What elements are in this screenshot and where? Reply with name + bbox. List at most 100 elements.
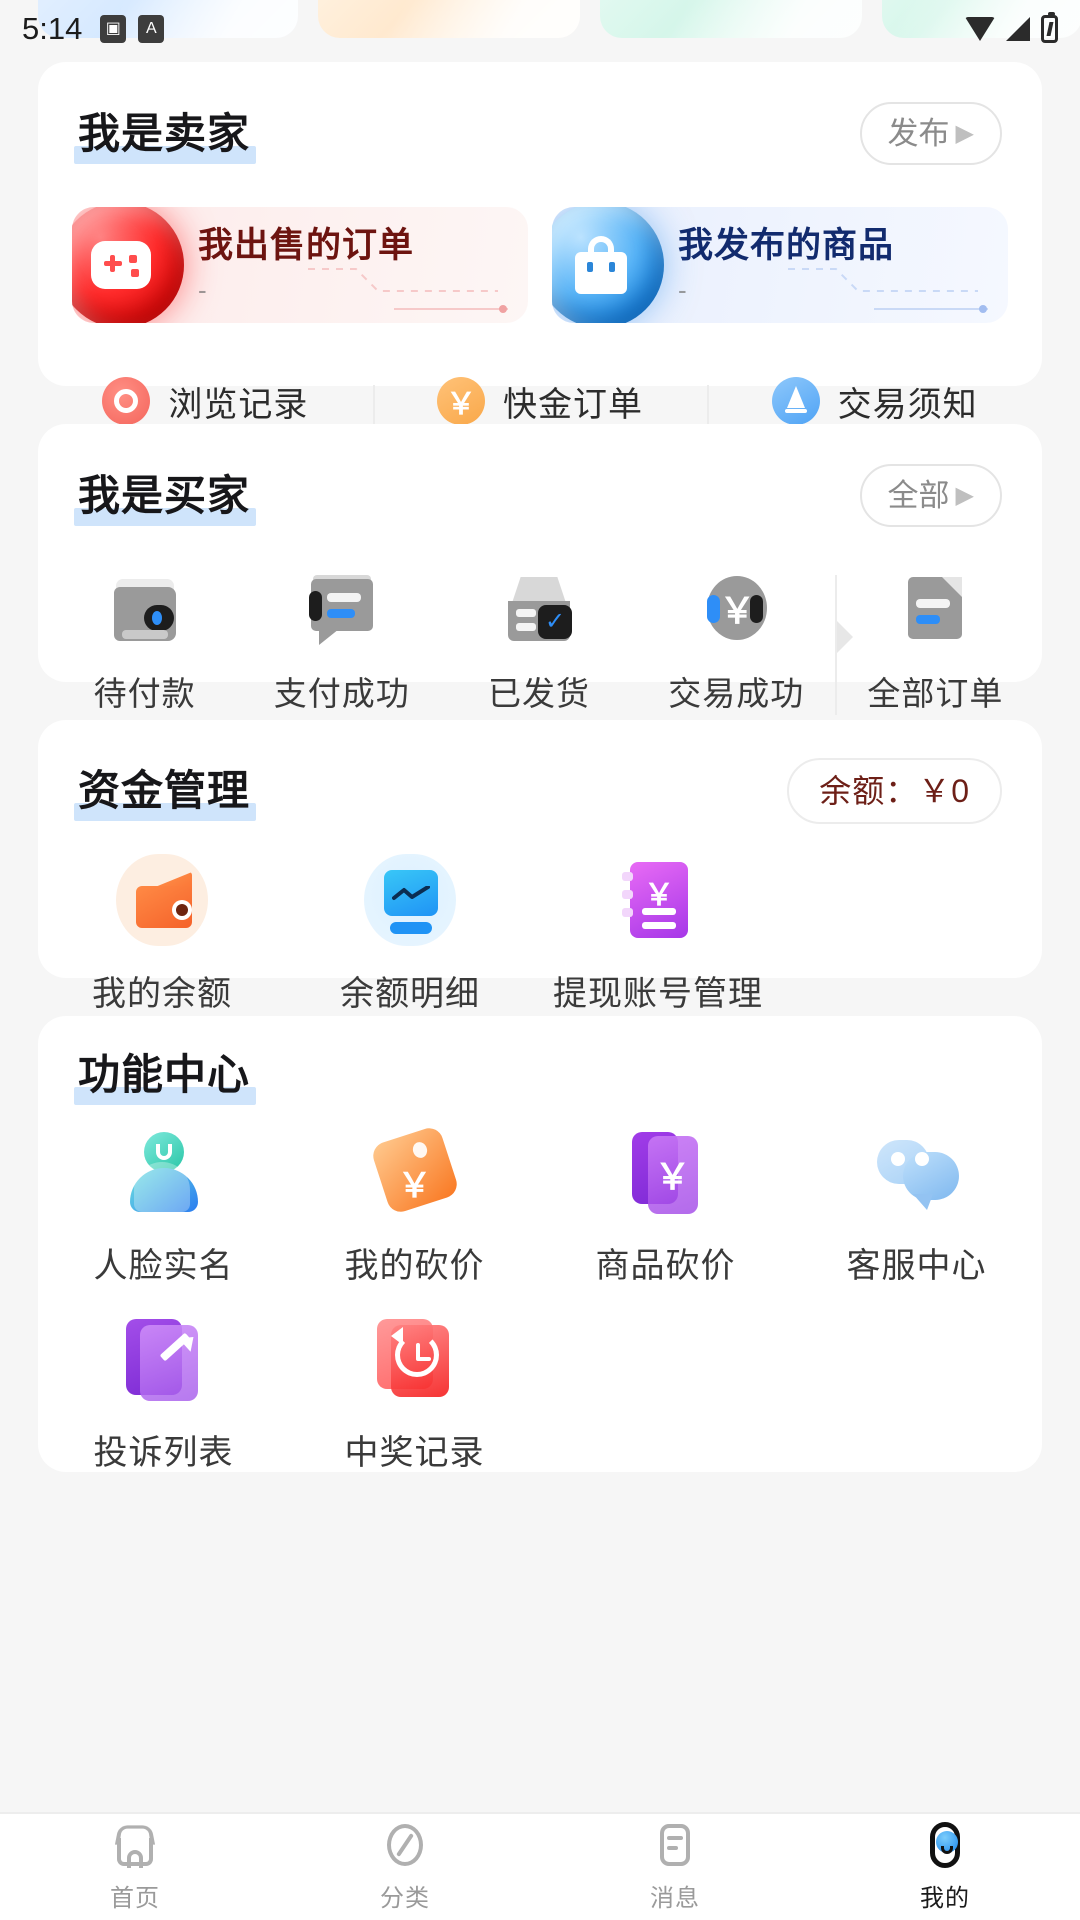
profile-icon: [922, 1821, 968, 1868]
order-status-completed[interactable]: ￥ 交易成功: [638, 571, 835, 715]
quick-link-trade-notice[interactable]: 交易须知: [707, 377, 1042, 439]
fund-section-title: 资金管理: [73, 767, 257, 821]
fund-items: 我的余额 余额明细 ￥ 提现账号管理: [38, 854, 1042, 1015]
fund-item-balance-detail[interactable]: 余额明细: [286, 854, 534, 1015]
all-orders-button-label: 全部: [887, 478, 950, 513]
all-orders-button[interactable]: 全部 ▶: [859, 464, 1002, 527]
function-center-card: 功能中心 人脸实名 ￥ 我的砍价 ￥ 商品砍价 客服中心 投诉列表 中奖记录: [38, 1016, 1042, 1472]
pen-icon: [771, 377, 820, 425]
fund-section-card: 资金管理 余额：￥0 我的余额 余额明细 ￥ 提现账号管理: [38, 720, 1042, 1013]
home-icon: [112, 1822, 158, 1868]
fund-item-my-balance-label: 我的余额: [92, 975, 232, 1013]
function-item-face-verification[interactable]: 人脸实名: [38, 1126, 289, 1287]
fund-item-withdraw-account[interactable]: ￥ 提现账号管理: [534, 854, 782, 1015]
message-icon: [652, 1822, 698, 1868]
function-item-prize-record[interactable]: 中奖记录: [289, 1313, 540, 1474]
order-status-paid-label: 支付成功: [273, 675, 410, 712]
function-item-customer-service-label: 客服中心: [846, 1247, 987, 1285]
function-item-prize-record-label: 中奖记录: [344, 1434, 485, 1472]
box-check-icon: [502, 571, 576, 645]
function-center-title: 功能中心: [73, 1051, 257, 1105]
chat-bubbles-blue-icon: [871, 1126, 963, 1218]
quick-link-browse-history-label: 浏览记录: [168, 385, 309, 424]
function-item-my-bargains[interactable]: ￥ 我的砍价: [289, 1124, 540, 1287]
order-status-pending-payment[interactable]: 待付款: [46, 571, 243, 715]
function-item-customer-service[interactable]: 客服中心: [791, 1126, 1042, 1287]
function-item-face-verification-label: 人脸实名: [93, 1247, 234, 1285]
a-badge-icon: A: [138, 15, 165, 43]
order-status-divider: [834, 575, 853, 715]
status-bar-clock: 5:14: [22, 11, 83, 46]
fund-item-balance-detail-label: 余额明细: [340, 975, 480, 1013]
publish-button[interactable]: 发布 ▶: [859, 102, 1002, 165]
order-status-shipped-label: 已发货: [488, 675, 590, 712]
function-item-complaint-list[interactable]: 投诉列表: [38, 1313, 289, 1474]
function-item-product-bargain-label: 商品砍价: [595, 1247, 736, 1285]
bottom-tab-bar: 首页 分类 消息 我的: [0, 1812, 1080, 1920]
fund-section-header: 资金管理 余额：￥0: [73, 758, 1002, 824]
tab-home-label: 首页: [110, 1884, 160, 1912]
compass-icon: [382, 1822, 428, 1868]
gamepad-orb-icon: [72, 207, 184, 323]
balance-badge[interactable]: 余额：￥0: [787, 758, 1002, 824]
battery-charging-icon: [1041, 12, 1058, 43]
my-sold-orders-title: 我出售的订单: [198, 225, 415, 265]
tab-message-label: 消息: [650, 1884, 700, 1912]
signal-icon: [1006, 17, 1030, 41]
my-sold-orders-tile[interactable]: 我出售的订单 -: [72, 207, 528, 323]
file-icon: [898, 571, 972, 645]
status-bar: 5:14 ▣ A: [0, 0, 1080, 58]
quick-link-browse-history[interactable]: 浏览记录: [38, 377, 373, 426]
tab-profile-label: 我的: [920, 1884, 970, 1912]
quick-link-trade-notice-label: 交易须知: [837, 385, 978, 424]
function-items: 人脸实名 ￥ 我的砍价 ￥ 商品砍价 客服中心 投诉列表 中奖记录: [38, 1124, 1042, 1500]
yen-coin-icon: ￥: [437, 377, 485, 425]
chevron-right-icon: ▶: [955, 481, 974, 509]
function-item-my-bargains-label: 我的砍价: [344, 1247, 485, 1285]
fund-item-my-balance[interactable]: 我的余额: [38, 854, 286, 1015]
tab-category-label: 分类: [380, 1884, 430, 1912]
history-clock-red-icon: [369, 1313, 461, 1405]
seller-section-card: 我是卖家 发布 ▶ 我出售的订单 - 我发布的商品 - 浏览记录 ￥ 快金订单 …: [38, 62, 1042, 439]
chevron-right-icon: ▶: [955, 119, 974, 147]
my-sold-orders-count: -: [198, 274, 207, 305]
order-status-all-orders-label: 全部订单: [867, 675, 1004, 712]
status-bar-notification-icons: ▣ A: [100, 15, 165, 43]
order-status-completed-label: 交易成功: [668, 675, 805, 712]
order-status-paid[interactable]: 支付成功: [243, 571, 440, 715]
order-status-pending-payment-label: 待付款: [93, 675, 196, 712]
seller-tiles: 我出售的订单 - 我发布的商品 -: [72, 207, 1008, 323]
order-status-shipped[interactable]: 已发货: [440, 571, 637, 715]
chart-card-blue-icon: [364, 854, 456, 946]
tab-home[interactable]: 首页: [0, 1822, 270, 1913]
tab-category[interactable]: 分类: [270, 1822, 540, 1913]
order-status-all-orders[interactable]: 全部订单: [837, 571, 1034, 715]
my-published-products-tile[interactable]: 我发布的商品 -: [552, 207, 1008, 323]
tab-message[interactable]: 消息: [540, 1822, 810, 1913]
yen-card-purple-icon: ￥: [620, 1126, 712, 1218]
person-teal-icon: [118, 1126, 210, 1218]
price-tag-orange-icon: ￥: [369, 1124, 461, 1218]
order-status-row: 待付款 支付成功 已发货 ￥ 交易成功: [46, 571, 1034, 715]
wifi-icon: [965, 17, 995, 41]
publish-button-label: 发布: [887, 116, 950, 151]
wallet-icon: [108, 571, 182, 645]
edit-doc-purple-icon: [118, 1313, 210, 1405]
shopping-bag-orb-icon: [552, 207, 664, 323]
yen-circle-icon: ￥: [699, 571, 773, 645]
image-badge-icon: ▣: [100, 15, 127, 43]
buyer-section-header: 我是买家 全部 ▶: [73, 464, 1002, 527]
quick-link-fast-cash-orders[interactable]: ￥ 快金订单: [372, 377, 708, 439]
eye-icon: [102, 377, 151, 425]
buyer-section-title: 我是买家: [73, 471, 257, 526]
function-item-product-bargain[interactable]: ￥ 商品砍价: [540, 1126, 791, 1287]
yen-notebook-purple-icon: ￥: [612, 854, 704, 946]
quick-link-fast-cash-orders-label: 快金订单: [503, 385, 643, 424]
seller-section-title: 我是卖家: [73, 109, 257, 164]
tab-profile[interactable]: 我的: [810, 1821, 1080, 1913]
fund-item-withdraw-account-label: 提现账号管理: [553, 975, 763, 1013]
app-screen: 5:14 ▣ A 我是卖家 发布 ▶ 我出售的订单 - 我发布的商品 - 浏览记…: [0, 0, 1080, 1920]
wallet-orange-icon: [116, 854, 208, 946]
my-published-products-count: -: [678, 274, 687, 305]
my-published-products-title: 我发布的商品: [678, 225, 895, 265]
